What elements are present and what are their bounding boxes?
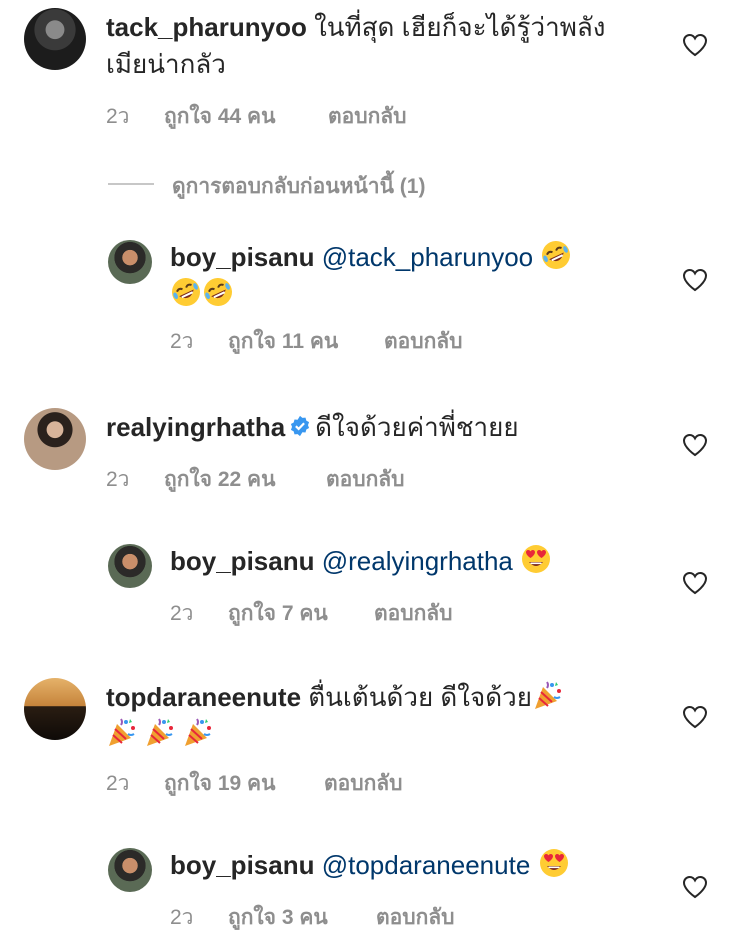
avatar[interactable]	[24, 678, 86, 740]
party-popper-icon	[106, 716, 138, 748]
reply-button[interactable]: ตอบกลับ	[374, 597, 453, 630]
party-popper-icon	[144, 716, 176, 748]
comment-time: 2ว	[170, 602, 194, 625]
heart-outline-icon[interactable]	[682, 33, 708, 57]
comment-text: topdaraneenute ตื่นเต้นด้วย ดีใจด้วย	[106, 679, 666, 753]
party-popper-icon	[532, 679, 564, 711]
rolling-on-floor-laughing-icon	[202, 276, 234, 308]
comment-likes[interactable]: ถูกใจ 19 คน	[164, 767, 275, 800]
comment-time: 2ว	[170, 906, 194, 929]
reply-button[interactable]: ตอบกลับ	[326, 463, 405, 496]
comment-likes[interactable]: ถูกใจ 44 คน	[164, 100, 275, 133]
avatar[interactable]	[24, 408, 86, 470]
comment-time: 2ว	[106, 468, 130, 491]
comment-time: 2ว	[106, 772, 130, 795]
avatar[interactable]	[108, 544, 152, 588]
comment-username[interactable]: boy_pisanu	[170, 242, 314, 272]
heart-eyes-icon	[538, 847, 570, 879]
divider-line	[108, 183, 154, 185]
comment-meta: 2ว ถูกใจ 22 คน ตอบกลับ	[106, 463, 506, 491]
avatar[interactable]	[24, 8, 86, 70]
comment-likes[interactable]: ถูกใจ 3 คน	[228, 901, 328, 934]
mention-link[interactable]: @tack_pharunyoo	[322, 242, 533, 272]
comment-time: 2ว	[106, 105, 130, 128]
rolling-on-floor-laughing-icon	[170, 276, 202, 308]
reply-button[interactable]: ตอบกลับ	[328, 100, 407, 133]
comment-meta: 2ว ถูกใจ 11 คน ตอบกลับ	[170, 325, 570, 353]
verified-badge-icon	[289, 415, 311, 437]
comment-username[interactable]: tack_pharunyoo	[106, 12, 307, 42]
avatar[interactable]	[108, 848, 152, 892]
comment-username[interactable]: boy_pisanu	[170, 546, 314, 576]
comment-text: realyingrhatha ดีใจด้วยค่าพี่ชายย	[106, 409, 666, 446]
comment-text: tack_pharunyoo ในที่สุด เฮียก็จะได้รู้ว่…	[106, 9, 666, 83]
comment-time: 2ว	[170, 330, 194, 353]
heart-outline-icon[interactable]	[682, 571, 708, 595]
mention-link[interactable]: @topdaraneenute	[322, 850, 531, 880]
comment-text: boy_pisanu @tack_pharunyoo	[170, 239, 640, 313]
reply-button[interactable]: ตอบกลับ	[376, 901, 455, 934]
comment-likes[interactable]: ถูกใจ 11 คน	[228, 325, 338, 358]
comment-meta: 2ว ถูกใจ 44 คน ตอบกลับ	[106, 100, 506, 128]
comment-username[interactable]: boy_pisanu	[170, 850, 314, 880]
view-previous-replies-label[interactable]: ดูการตอบกลับก่อนหน้านี้ (1)	[172, 170, 425, 203]
comment-username[interactable]: realyingrhatha	[106, 412, 285, 442]
comment-body: ตื่นเต้นด้วย ดีใจด้วย	[308, 682, 532, 712]
heart-outline-icon[interactable]	[682, 268, 708, 292]
heart-outline-icon[interactable]	[682, 433, 708, 457]
avatar[interactable]	[108, 240, 152, 284]
comment-body: ในที่สุด เฮียก็จะได้รู้ว่าพลัง	[314, 12, 606, 42]
heart-eyes-icon	[520, 543, 552, 575]
comment-likes[interactable]: ถูกใจ 7 คน	[228, 597, 328, 630]
comment-meta: 2ว ถูกใจ 19 คน ตอบกลับ	[106, 767, 506, 795]
reply-button[interactable]: ตอบกลับ	[384, 325, 463, 358]
heart-outline-icon[interactable]	[682, 875, 708, 899]
comment-text: boy_pisanu @realyingrhatha	[170, 543, 640, 580]
comment-likes[interactable]: ถูกใจ 22 คน	[164, 463, 275, 496]
comment-text: boy_pisanu @topdaraneenute	[170, 847, 640, 884]
comment-username[interactable]: topdaraneenute	[106, 682, 301, 712]
mention-link[interactable]: @realyingrhatha	[322, 546, 513, 576]
party-popper-icon	[182, 716, 214, 748]
comment-body: ดีใจด้วยค่าพี่ชายย	[315, 412, 519, 442]
heart-outline-icon[interactable]	[682, 705, 708, 729]
reply-button[interactable]: ตอบกลับ	[324, 767, 403, 800]
comment-body: เมียน่ากลัว	[106, 49, 226, 79]
comment-meta: 2ว ถูกใจ 3 คน ตอบกลับ	[170, 901, 570, 929]
comment-meta: 2ว ถูกใจ 7 คน ตอบกลับ	[170, 597, 570, 625]
rolling-on-floor-laughing-icon	[540, 239, 572, 271]
